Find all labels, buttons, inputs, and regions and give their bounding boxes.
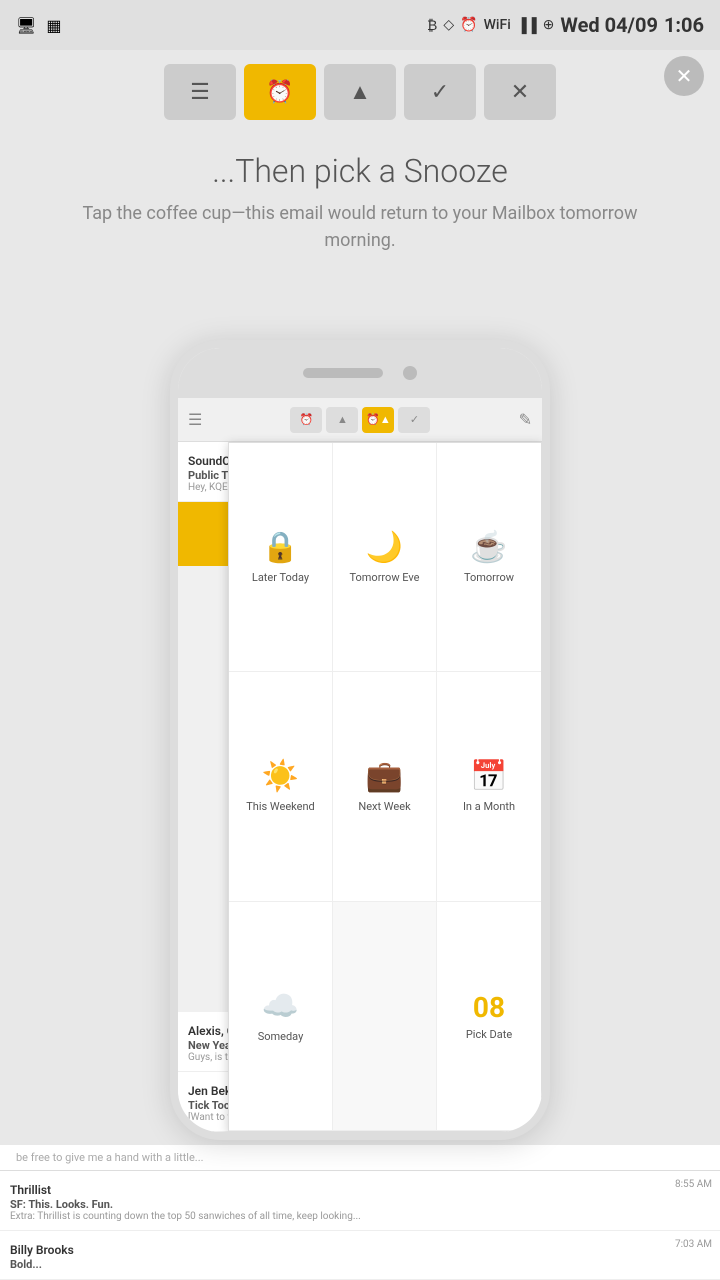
email-subject-billy: Bold... [10,1258,710,1271]
status-icons-left: 🖥 ▦ [16,16,61,35]
clock-icon: ⏰ [266,80,293,105]
snooze-someday[interactable]: ☁️ Someday [229,902,333,1131]
status-time: 1:06 [664,13,704,37]
snooze-in-a-month-label: In a Month [463,800,515,813]
snooze-this-weekend-label: This Weekend [246,800,315,813]
email-preview-thrillist: Extra: Thrillist is counting down the to… [10,1211,710,1222]
instruction-body: Tap the coffee cup—this email would retu… [60,200,660,254]
check-icon: ✓ [431,80,449,105]
phone-header: ☰ ⏰ ▲ ⏰▲ ✓ ✎ [178,398,542,442]
toolbar-close-btn[interactable]: ✕ [484,64,556,120]
outer-email-list: be free to give me a hand with a little.… [0,1145,720,1280]
moon-icon: 🌙 [366,530,403,565]
snooze-tomorrow-label: Tomorrow [464,571,514,584]
snooze-this-weekend[interactable]: ☀️ This Weekend [229,672,333,901]
snooze-popup: 🔒 Later Today 🌙 Tomorrow Eve ☕ Tomorrow … [228,442,542,1132]
phone-top-bar [178,348,542,398]
snooze-tomorrow-eve[interactable]: 🌙 Tomorrow Eve [333,443,437,672]
wifi-icon: WiFi [484,17,511,33]
toolbar-archive-btn[interactable]: ▲ [324,64,396,120]
phone-screen: ☰ ⏰ ▲ ⏰▲ ✓ ✎ SoundCloud Weather Report 5… [178,398,542,1132]
email-time-thrillist: 8:55 AM [675,1179,712,1190]
pick-date-number: 08 [473,991,505,1024]
signal-icon: ▐▐ [517,17,537,34]
phone-speaker [303,368,383,378]
toolbar-clock-btn[interactable]: ⏰ [244,64,316,120]
phone-nav-active[interactable]: ⏰▲ [362,407,394,433]
phone-mockup: ☰ ⏰ ▲ ⏰▲ ✓ ✎ SoundCloud Weather Report 5… [170,340,550,1140]
snooze-empty [333,902,437,1131]
snooze-next-week[interactable]: 💼 Next Week [333,672,437,901]
email-item-billy: Billy Brooks 7:03 AM Bold... [0,1231,720,1280]
list-icon: ☰ [190,80,210,105]
email-subject-thrillist: SF: This. Looks. Fun. [10,1198,710,1211]
phone-nav-archive[interactable]: ▲ [326,407,358,433]
battery-circle: ⊕ [543,17,555,33]
status-bar: 🖥 ▦ ₿ ◇ ⏰ WiFi ▐▐ ⊕ Wed 04/09 1:06 [0,0,720,50]
lock-icon: 🔒 [262,530,299,565]
snooze-pick-date[interactable]: 08 Pick Date [437,902,541,1131]
email-sender-thrillist: Thrillist [10,1183,51,1197]
snooze-pick-date-label: Pick Date [466,1028,512,1041]
cloud-icon: ☁️ [262,989,299,1024]
main-toolbar: ☰ ⏰ ▲ ✓ ✕ [0,50,720,132]
email-item-thrillist: Thrillist 8:55 AM SF: This. Looks. Fun. … [0,1171,720,1231]
coffee-icon: ☕ [470,530,507,565]
bluetooth-icon: ₿ [427,17,437,34]
close-overlay-button[interactable]: ✕ [664,56,704,96]
phone-menu-icon: ☰ [188,410,202,429]
snooze-later-today[interactable]: 🔒 Later Today [229,443,333,672]
phone-nav-clock[interactable]: ⏰ [290,407,322,433]
status-right: ₿ ◇ ⏰ WiFi ▐▐ ⊕ Wed 04/09 1:06 [427,13,704,37]
status-date: Wed 04/09 [560,13,658,37]
x-icon: ✕ [511,80,529,105]
email-sender-billy: Billy Brooks [10,1243,74,1257]
email-time-billy: 7:03 AM [675,1239,712,1250]
phone-camera [403,366,417,380]
instruction-section: ...Then pick a Snooze Tap the coffee cup… [0,132,720,264]
toolbar-check-btn[interactable]: ✓ [404,64,476,120]
phone-nav-check[interactable]: ✓ [398,407,430,433]
truncated-email-preview: be free to give me a hand with a little.… [0,1145,720,1171]
briefcase-icon: 💼 [366,759,403,794]
shield-icon: ◇ [443,17,454,33]
calendar-icon: 📅 [470,759,507,794]
alarm-icon: ⏰ [460,17,477,33]
screen-icon: 🖥 [16,16,36,35]
snooze-next-week-label: Next Week [358,800,410,813]
archive-icon: ▲ [349,79,371,105]
instruction-title: ...Then pick a Snooze [60,152,660,190]
snooze-tomorrow-eve-label: Tomorrow Eve [349,571,419,584]
sun-icon: ☀️ [262,759,299,794]
snooze-someday-label: Someday [258,1030,304,1043]
grid-icon: ▦ [46,16,61,35]
snooze-tomorrow[interactable]: ☕ Tomorrow [437,443,541,672]
close-icon: ✕ [676,66,693,86]
phone-edit-icon: ✎ [519,410,532,429]
snooze-later-today-label: Later Today [252,571,309,584]
phone-nav: ⏰ ▲ ⏰▲ ✓ [290,407,430,433]
snooze-in-a-month[interactable]: 📅 In a Month [437,672,541,901]
toolbar-list-btn[interactable]: ☰ [164,64,236,120]
